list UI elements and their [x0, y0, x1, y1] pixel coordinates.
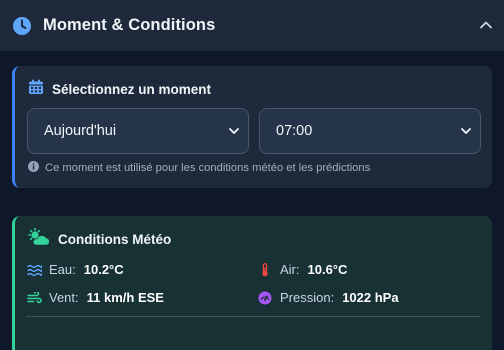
moment-title-label: Sélectionnez un moment — [52, 82, 212, 97]
info-icon — [28, 161, 39, 175]
weather-card: Conditions Météo Eau: 10.2°C Air: 10.6°C — [12, 216, 492, 350]
chevron-up-icon[interactable] — [478, 17, 494, 33]
chevron-down-icon — [460, 125, 472, 137]
time-select-value: 07:00 — [276, 123, 313, 139]
pressure-row: Pression: 1022 hPa — [257, 290, 399, 305]
moment-hint: Ce moment est utilisé pour les condition… — [28, 161, 370, 175]
water-temp-row: Eau: 10.2°C — [26, 262, 124, 277]
water-icon — [26, 263, 42, 277]
pressure-value: 1022 hPa — [342, 290, 399, 305]
gauge-icon — [257, 291, 273, 305]
air-value: 10.6°C — [307, 262, 348, 277]
hint-text: Ce moment est utilisé pour les condition… — [45, 162, 371, 174]
air-temp-row: Air: 10.6°C — [257, 262, 347, 277]
wind-value: 11 km/h ESE — [86, 290, 164, 305]
air-label: Air: — [280, 262, 300, 277]
moment-card: Sélectionnez un moment Aujourd'hui 07:00… — [12, 66, 492, 188]
weather-title-label: Conditions Météo — [58, 232, 172, 247]
wind-label: Vent: — [49, 290, 79, 305]
weather-card-title: Conditions Météo — [26, 227, 172, 251]
clock-icon — [12, 16, 32, 36]
water-label: Eau: — [49, 262, 76, 277]
calendar-icon — [28, 79, 44, 100]
water-value: 10.2°C — [83, 262, 124, 277]
chevron-down-icon — [228, 125, 240, 137]
day-select-value: Aujourd'hui — [44, 123, 117, 139]
section-title: Moment & Conditions — [43, 16, 216, 34]
day-select[interactable]: Aujourd'hui — [27, 108, 249, 154]
cloud-sun-icon — [26, 227, 50, 251]
pressure-label: Pression: — [280, 290, 335, 305]
section-header[interactable]: Moment & Conditions — [0, 0, 504, 51]
thermometer-icon — [257, 262, 273, 277]
time-select[interactable]: 07:00 — [259, 108, 481, 154]
wind-icon — [26, 291, 42, 305]
divider — [26, 316, 480, 317]
wind-row: Vent: 11 km/h ESE — [26, 290, 164, 305]
moment-card-title: Sélectionnez un moment — [28, 79, 211, 100]
